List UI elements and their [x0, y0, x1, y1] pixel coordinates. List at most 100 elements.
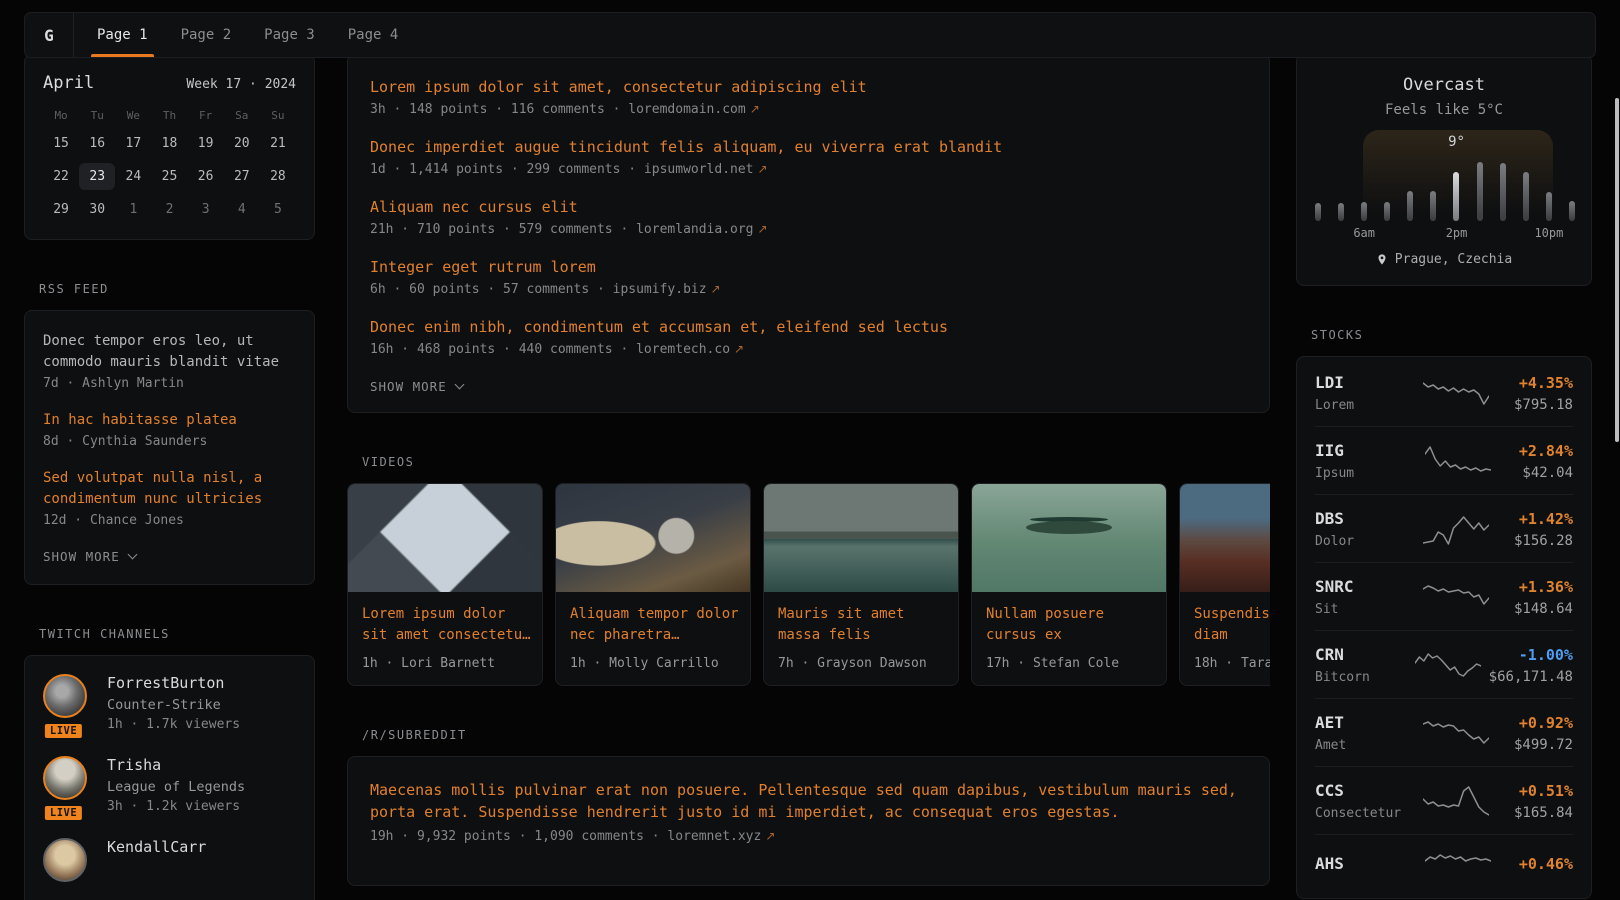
stock-price: $148.64 [1514, 601, 1573, 617]
weekday-label: Tu [79, 109, 115, 122]
stock-row[interactable]: AETAmet +0.92%$499.72 [1315, 698, 1573, 766]
twitch-channel-row[interactable]: KendallCarr [43, 838, 296, 882]
reddit-post-link[interactable]: Maecenas mollis pulvinar erat non posuer… [370, 779, 1247, 823]
video-card[interactable]: Aliquam tempor dolornec pharetra… 1h · M… [555, 483, 751, 686]
stock-price: $165.84 [1514, 805, 1573, 821]
stock-ticker: IIG [1315, 441, 1411, 460]
video-card[interactable]: Suspendissediam 18h · Tara [1179, 483, 1270, 686]
tab-page-2[interactable]: Page 2 [178, 13, 235, 57]
rss-item-link[interactable]: Donec tempor eros leo, ut commodo mauris… [43, 331, 296, 373]
rss-section: RSS FEED Donec tempor eros leo, ut commo… [24, 282, 315, 585]
video-title[interactable]: Aliquam tempor dolornec pharetra… [570, 604, 736, 646]
calendar-day: 24 [115, 163, 151, 190]
video-meta: 17h · Stefan Cole [986, 656, 1152, 671]
weather-location-text: Prague, Czechia [1395, 252, 1512, 267]
calendar-widget: April Week 17 · 2024 Mo Tu We Th Fr Sa S… [24, 54, 315, 240]
twitch-channel-row[interactable]: LIVE ForrestBurton Counter-Strike 1h · 1… [43, 674, 296, 732]
channel-name[interactable]: ForrestBurton [107, 674, 240, 692]
rss-item-meta: 7d · Ashlyn Martin [43, 373, 296, 394]
video-title[interactable]: Lorem ipsum dolorsit amet consectetu… [362, 604, 528, 646]
calendar-day: 30 [79, 196, 115, 223]
hn-item: Donec enim nibh, condimentum et accumsan… [370, 317, 1247, 361]
hn-meta-text: 1d · 1,414 points · 299 comments · ipsum… [370, 162, 754, 177]
external-link-icon[interactable]: ↗ [711, 282, 721, 296]
tab-page-3[interactable]: Page 3 [261, 13, 318, 57]
hn-meta-text: 6h · 60 points · 57 comments · ipsumify.… [370, 282, 707, 297]
stock-sparkline [1425, 849, 1491, 883]
external-link-icon[interactable]: ↗ [750, 102, 760, 116]
calendar-day-next-month: 1 [115, 196, 151, 223]
rss-item-link[interactable]: Sed volutpat nulla nisl, a condimentum n… [43, 468, 296, 510]
stock-row[interactable]: DBSDolor +1.42%$156.28 [1315, 494, 1573, 562]
rss-item-link[interactable]: In hac habitasse platea [43, 410, 296, 431]
calendar-day: 16 [79, 130, 115, 157]
calendar-day-today: 23 [79, 163, 115, 190]
stock-name: Lorem [1315, 398, 1411, 413]
stock-name: Bitcorn [1315, 670, 1411, 685]
twitch-channel-row[interactable]: LIVE Trisha League of Legends 3h · 1.2k … [43, 756, 296, 814]
video-card[interactable]: Lorem ipsum dolorsit amet consectetu… 1h… [347, 483, 543, 686]
weekday-label: We [115, 109, 151, 122]
video-card[interactable]: Nullam posuerecursus ex 17h · Stefan Col… [971, 483, 1167, 686]
weather-widget: Overcast Feels like 5°C 9° 6am2pm10pm Pr… [1296, 54, 1592, 286]
calendar-day: 20 [224, 130, 260, 157]
external-link-icon[interactable]: ↗ [758, 222, 768, 236]
rss-item-meta: 8d · Cynthia Saunders [43, 431, 296, 452]
hn-show-more-button[interactable]: SHOW MORE [370, 377, 1247, 400]
hn-item: Aliquam nec cursus elit 21h · 710 points… [370, 197, 1247, 241]
vertical-scrollbar-thumb[interactable] [1615, 98, 1619, 442]
stock-row[interactable]: SNRCSit +1.36%$148.64 [1315, 562, 1573, 630]
stock-change: +1.36% [1514, 578, 1573, 596]
channel-name[interactable]: Trisha [107, 756, 245, 774]
tab-page-4[interactable]: Page 4 [345, 13, 402, 57]
hn-item-link[interactable]: Donec imperdiet augue tincidunt felis al… [370, 137, 1247, 158]
stocks-section: STOCKS LDILorem +4.35%$795.18 IIGIpsum +… [1296, 328, 1592, 899]
weather-bar [1407, 191, 1413, 221]
channel-game: League of Legends [107, 779, 245, 795]
channel-name[interactable]: KendallCarr [107, 838, 206, 856]
stock-row[interactable]: AHS +0.46% [1315, 834, 1573, 896]
video-title[interactable]: Suspendissediam [1194, 604, 1270, 646]
stock-row[interactable]: CCSConsectetur +0.51%$165.84 [1315, 766, 1573, 834]
weather-bar [1500, 163, 1506, 221]
chevron-down-icon [454, 380, 464, 390]
video-meta: 1h · Lori Barnett [362, 656, 528, 671]
external-link-icon[interactable]: ↗ [765, 829, 775, 843]
calendar-day: 22 [43, 163, 79, 190]
twitch-section-label: TWITCH CHANNELS [39, 627, 315, 642]
stock-row[interactable]: IIGIpsum +2.84%$42.04 [1315, 426, 1573, 494]
weather-bar [1430, 191, 1436, 221]
top-nav: G Page 1 Page 2 Page 3 Page 4 [24, 12, 1596, 58]
rss-show-more-button[interactable]: SHOW MORE [43, 547, 296, 570]
show-more-label: SHOW MORE [370, 379, 447, 394]
external-link-icon[interactable]: ↗ [734, 342, 744, 356]
video-thumbnail[interactable] [764, 484, 958, 592]
video-title[interactable]: Mauris sit ametmassa felis [778, 604, 944, 646]
stock-sparkline [1423, 512, 1489, 546]
hn-item-link[interactable]: Aliquam nec cursus elit [370, 197, 1247, 218]
video-card[interactable]: Mauris sit ametmassa felis 7h · Grayson … [763, 483, 959, 686]
video-thumbnail[interactable] [556, 484, 750, 592]
calendar-day-next-month: 5 [260, 196, 296, 223]
channel-meta: 3h · 1.2k viewers [107, 799, 245, 814]
stock-ticker: LDI [1315, 373, 1411, 392]
video-thumbnail[interactable] [972, 484, 1166, 592]
stock-row[interactable]: CRNBitcorn -1.00%$66,171.48 [1315, 630, 1573, 698]
hn-item-link[interactable]: Lorem ipsum dolor sit amet, consectetur … [370, 77, 1247, 98]
video-title[interactable]: Nullam posuerecursus ex [986, 604, 1152, 646]
calendar-section: CALENDAR April Week 17 · 2024 Mo Tu We T… [24, 26, 315, 240]
external-link-icon[interactable]: ↗ [758, 162, 768, 176]
video-thumbnail[interactable] [348, 484, 542, 592]
weekday-label: Fr [188, 109, 224, 122]
stock-name: Sit [1315, 602, 1411, 617]
tab-page-1[interactable]: Page 1 [94, 13, 151, 57]
stock-row[interactable]: LDILorem +4.35%$795.18 [1315, 359, 1573, 426]
calendar-weekday-row: Mo Tu We Th Fr Sa Su [43, 109, 296, 122]
weekday-label: Sa [224, 109, 260, 122]
hn-item-meta: 1d · 1,414 points · 299 comments · ipsum… [370, 158, 1247, 181]
app-logo[interactable]: G [25, 13, 74, 57]
hn-item-link[interactable]: Integer eget rutrum lorem [370, 257, 1247, 278]
video-thumbnail[interactable] [1180, 484, 1270, 592]
weather-temp-label: 9° [1448, 134, 1465, 150]
hn-item-link[interactable]: Donec enim nibh, condimentum et accumsan… [370, 317, 1247, 338]
